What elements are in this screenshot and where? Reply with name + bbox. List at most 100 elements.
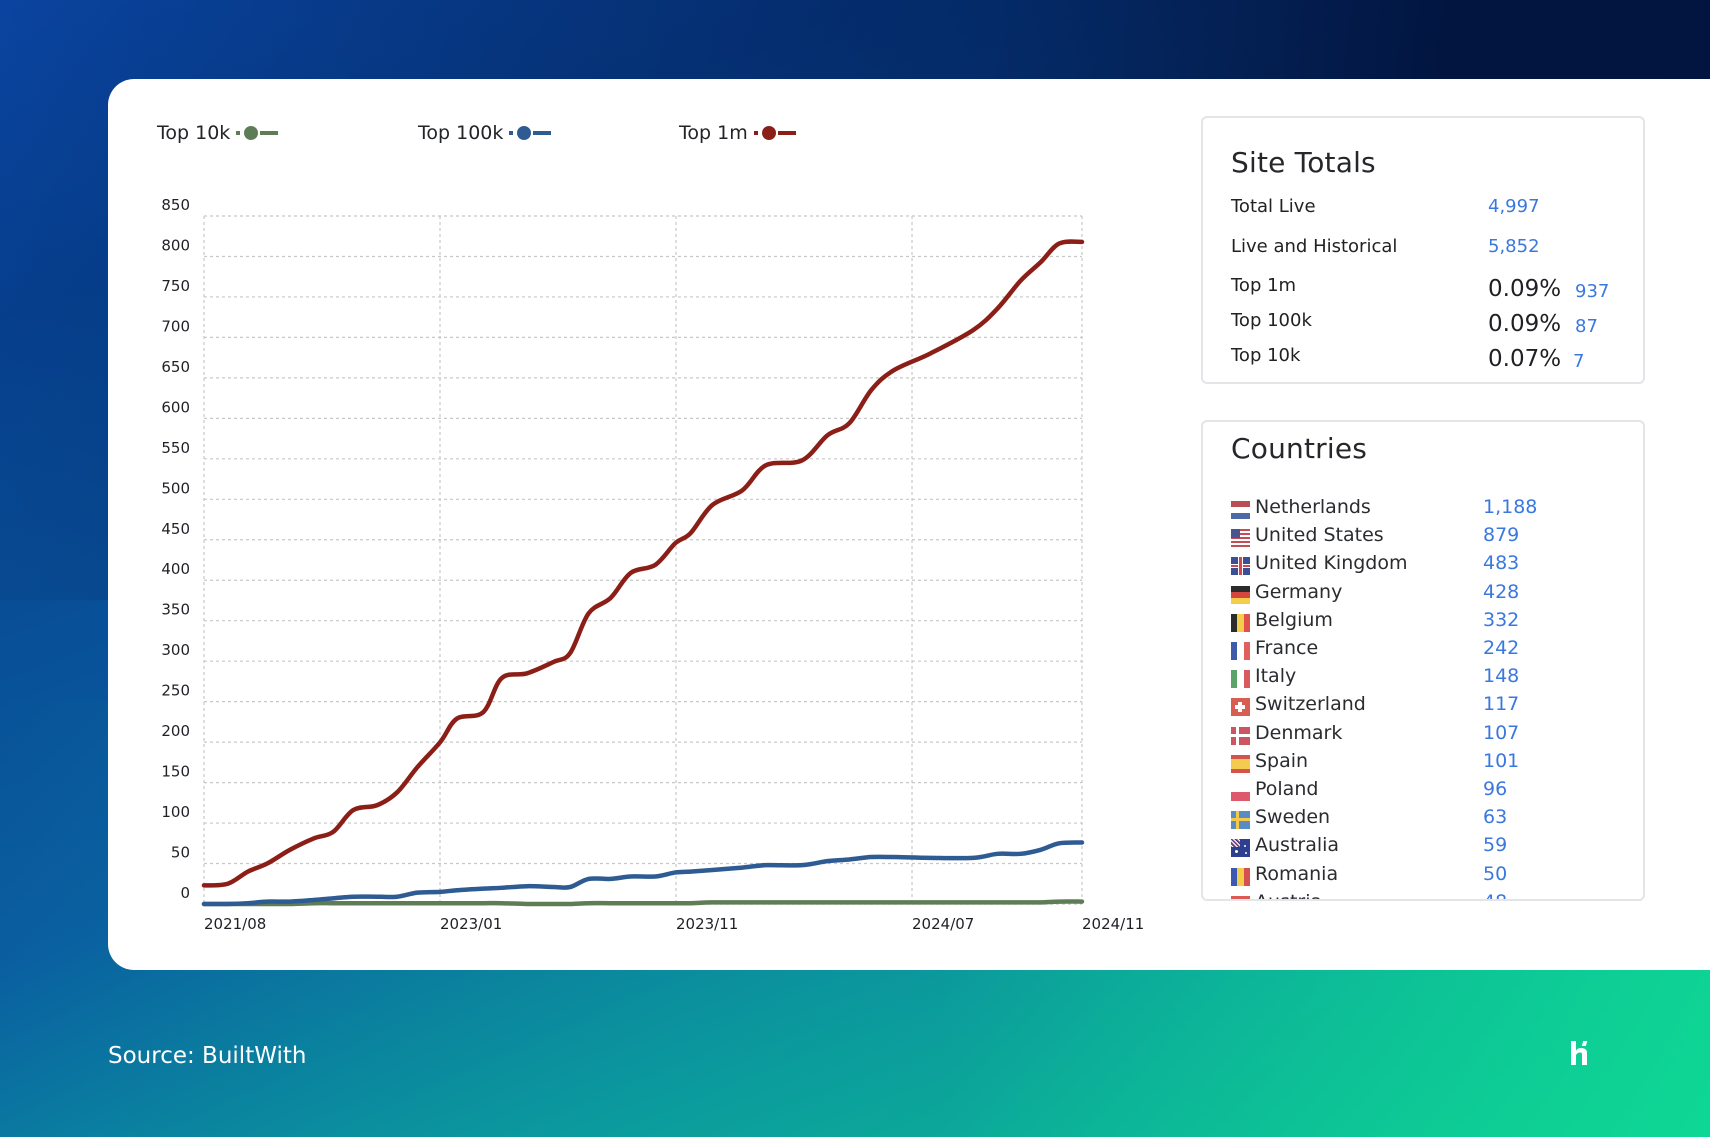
country-row[interactable]: Austria 48 (1231, 891, 1631, 899)
y-tick-label: 400 (161, 560, 190, 578)
country-name: Belgium (1255, 608, 1333, 631)
country-count[interactable]: 101 (1483, 750, 1519, 772)
x-tick-label: 2023/01 (440, 915, 502, 933)
country-name: Germany (1255, 580, 1343, 603)
y-tick-label: 600 (161, 398, 190, 416)
country-name: Spain (1255, 749, 1309, 772)
tier-top-10k-label: Top 10k (1231, 345, 1301, 366)
tier-top-100k-label: Top 100k (1231, 310, 1312, 331)
tier-top-1m-label: Top 1m (1231, 275, 1297, 296)
united-states-flag-icon (1231, 529, 1250, 548)
country-row[interactable]: Spain 101 (1231, 750, 1631, 776)
country-name: Sweden (1255, 806, 1331, 829)
x-tick-label: 2021/08 (204, 915, 266, 933)
country-count[interactable]: 96 (1483, 778, 1507, 800)
site-totals-title: Site Totals (1231, 146, 1376, 179)
spain-flag-icon (1231, 754, 1250, 773)
countries-panel: Countries Netherlands 1,188 United States 8… (1201, 420, 1645, 901)
y-tick-label: 250 (161, 682, 190, 700)
country-count[interactable]: 1,188 (1483, 496, 1537, 518)
country-row[interactable]: Italy 148 (1231, 665, 1631, 691)
country-row[interactable]: Netherlands 1,188 (1231, 496, 1631, 522)
country-name: Poland (1255, 778, 1319, 800)
country-count[interactable]: 428 (1483, 581, 1519, 603)
country-row[interactable]: Australia 59 (1231, 834, 1631, 860)
country-row[interactable]: Romania 50 (1231, 863, 1631, 889)
country-count[interactable]: 879 (1483, 524, 1519, 546)
country-count[interactable]: 117 (1483, 693, 1519, 715)
switzerland-flag-icon (1231, 698, 1250, 717)
romania-flag-icon (1231, 867, 1250, 886)
x-tick-label: 2024/11 (1082, 915, 1144, 933)
country-row[interactable]: Sweden 63 (1231, 806, 1631, 832)
tier-top-100k-percent: 0.09% (1488, 311, 1562, 337)
countries-title: Countries (1231, 432, 1368, 465)
country-count[interactable]: 48 (1483, 891, 1507, 899)
country-name: Switzerland (1255, 693, 1366, 716)
country-name: Austria (1255, 891, 1322, 899)
country-count[interactable]: 242 (1483, 637, 1519, 659)
country-row[interactable]: France 242 (1231, 637, 1631, 663)
country-name: France (1255, 637, 1319, 659)
y-tick-label: 550 (161, 439, 190, 457)
france-flag-icon (1231, 642, 1250, 660)
country-row[interactable]: Germany 428 (1231, 581, 1631, 607)
country-count[interactable]: 483 (1483, 552, 1519, 574)
australia-flag-icon (1231, 839, 1250, 858)
country-count[interactable]: 50 (1483, 863, 1507, 885)
y-tick-label: 850 (161, 196, 190, 214)
tier-top-10k-value[interactable]: 7 (1573, 351, 1584, 372)
country-count[interactable]: 148 (1483, 665, 1519, 687)
country-name: Australia (1255, 834, 1340, 857)
country-row[interactable]: Poland 96 (1231, 778, 1631, 804)
source-caption: Source: BuiltWith (108, 1043, 307, 1069)
tier-top-100k-value[interactable]: 87 (1575, 316, 1598, 337)
tier-top-10k-percent: 0.07% (1488, 346, 1562, 372)
y-tick-label: 100 (161, 803, 190, 821)
y-tick-label: 50 (171, 844, 190, 862)
sweden-flag-icon (1231, 811, 1250, 830)
country-name: Italy (1255, 665, 1297, 688)
x-axis-ticks: 2021/08 2023/01 2023/11 2024/07 2024/11 (204, 915, 1144, 933)
country-row[interactable]: Belgium 332 (1231, 609, 1631, 635)
poland-flag-icon (1231, 783, 1250, 801)
austria-flag-icon (1231, 895, 1250, 899)
country-row[interactable]: Switzerland 117 (1231, 693, 1631, 719)
y-tick-label: 350 (161, 601, 190, 619)
y-tick-label: 300 (161, 641, 190, 659)
series-line-top-10k[interactable] (201, 899, 1085, 907)
line-chart: 0 50 100 150 200 250 300 350 400 450 500 550 600 650 7… (161, 196, 1144, 933)
belgium-flag-icon (1231, 613, 1250, 632)
y-tick-label: 0 (180, 884, 190, 902)
united-kingdom-flag-icon (1231, 557, 1250, 576)
live-historical-label: Live and Historical (1231, 236, 1398, 257)
live-historical-value[interactable]: 5,852 (1488, 236, 1540, 257)
country-row[interactable]: United Kingdom 483 (1231, 552, 1631, 578)
country-count[interactable]: 107 (1483, 722, 1519, 744)
denmark-flag-icon (1231, 726, 1250, 745)
country-name: Denmark (1255, 721, 1343, 744)
y-tick-label: 150 (161, 763, 190, 781)
country-row[interactable]: Denmark 107 (1231, 722, 1631, 748)
country-count[interactable]: 332 (1483, 609, 1519, 631)
tier-top-1m-value[interactable]: 937 (1575, 281, 1609, 302)
tier-top-1m-percent: 0.09% (1488, 276, 1562, 302)
total-live-value[interactable]: 4,997 (1488, 196, 1540, 217)
series-line-top-1m[interactable] (201, 239, 1085, 888)
country-name: Romania (1255, 862, 1339, 885)
y-tick-label: 500 (161, 479, 190, 497)
y-tick-label: 450 (161, 520, 190, 538)
y-tick-label: 700 (161, 317, 190, 335)
country-name: United Kingdom (1255, 552, 1408, 575)
x-tick-label: 2023/11 (676, 915, 738, 933)
country-count[interactable]: 59 (1483, 834, 1507, 856)
country-row[interactable]: United States 879 (1231, 524, 1631, 550)
country-count[interactable]: 63 (1483, 806, 1507, 828)
total-live-label: Total Live (1231, 196, 1316, 217)
series-layer (201, 239, 1085, 907)
y-axis-ticks: 0 50 100 150 200 250 300 350 400 450 500 550 600 650 7… (161, 196, 190, 902)
series-line-top-100k[interactable] (201, 840, 1085, 907)
country-name: Netherlands (1255, 496, 1371, 518)
grid-layer (203, 215, 1083, 905)
brand-logo-icon (1568, 1038, 1594, 1068)
